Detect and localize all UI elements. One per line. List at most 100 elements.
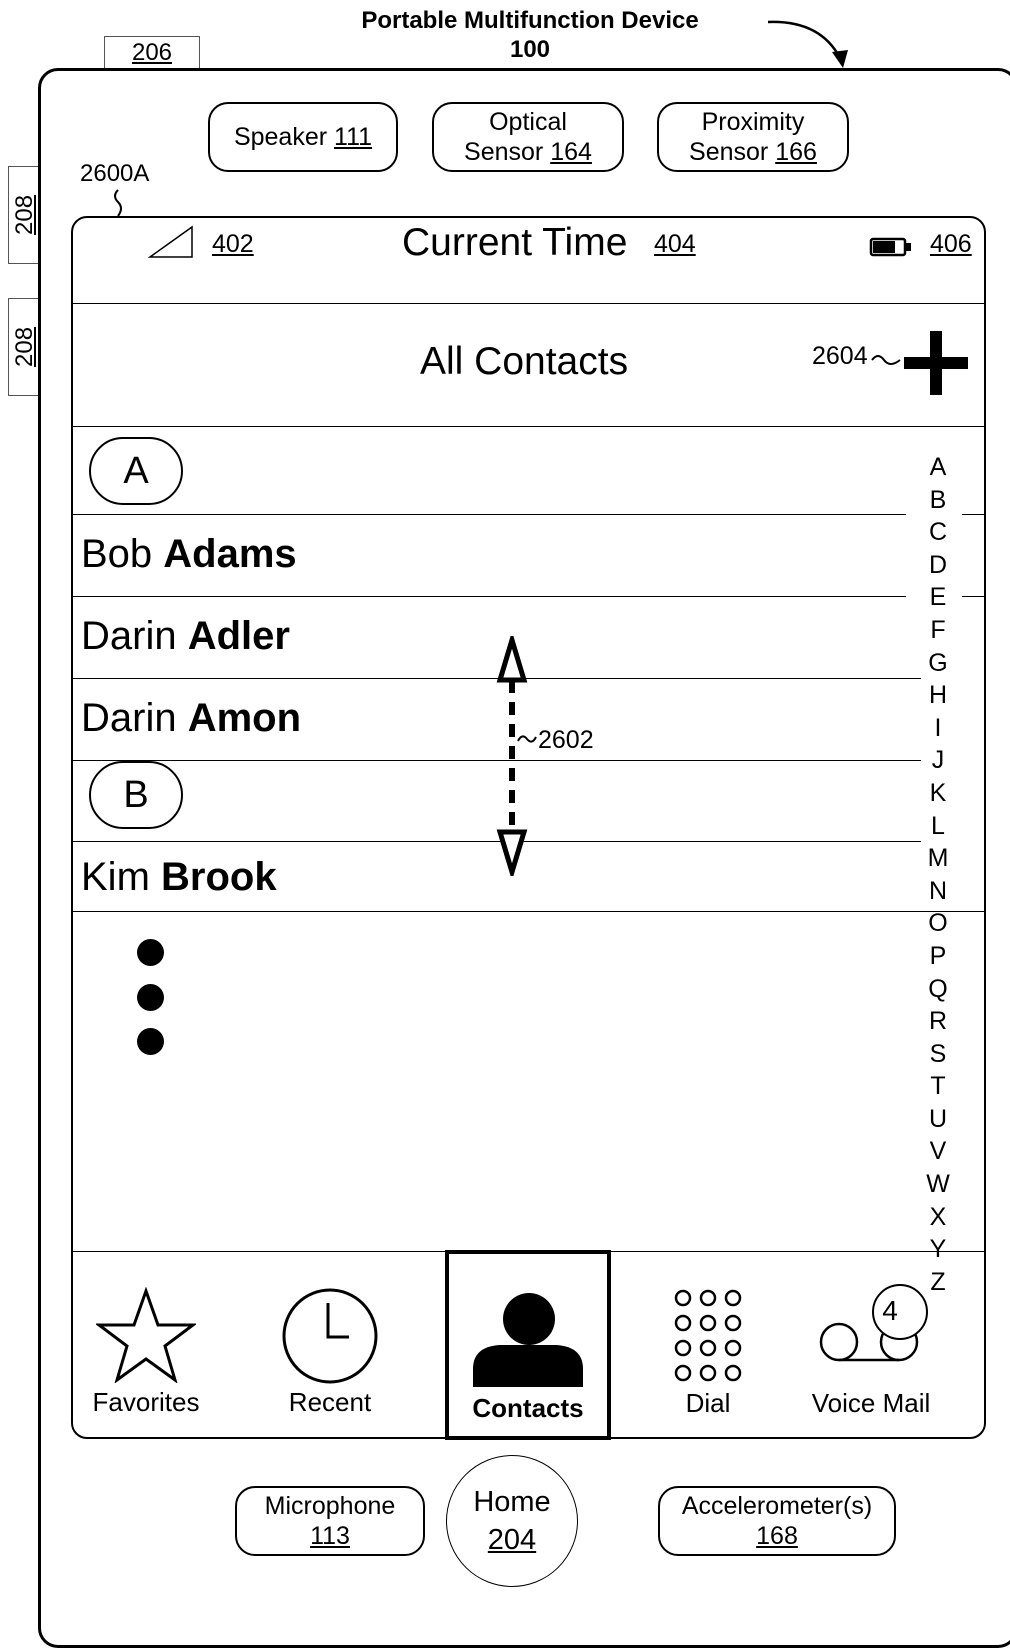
- scroll-gesture-arrow: [496, 636, 528, 876]
- ref-208-top: 208: [11, 194, 38, 235]
- contact-last-name: Brook: [161, 855, 277, 899]
- optical-label: Optical: [489, 108, 567, 136]
- page-title: All Contacts: [420, 340, 629, 383]
- optical-label-2: Sensor: [464, 138, 544, 166]
- tab-favorites[interactable]: Favorites: [86, 1287, 206, 1418]
- tab-contacts[interactable]: Contacts: [445, 1250, 611, 1440]
- microphone-113: Microphone 113: [235, 1486, 425, 1556]
- device-pointer-arrow: [767, 20, 848, 68]
- index-letter[interactable]: X: [918, 1201, 958, 1234]
- index-letter[interactable]: H: [918, 679, 958, 712]
- contact-row-darin-amon[interactable]: Darin Amon: [81, 696, 301, 741]
- more-dot-2: [137, 984, 164, 1011]
- signal-ref: 402: [212, 230, 254, 258]
- battery-ref: 406: [930, 230, 972, 258]
- index-letter[interactable]: G: [918, 647, 958, 680]
- status-divider: [71, 303, 986, 304]
- tab-dial-label: Dial: [685, 1388, 731, 1418]
- index-letter[interactable]: A: [918, 451, 958, 484]
- index-letter[interactable]: I: [918, 712, 958, 745]
- alphabet-index[interactable]: ABCDEFGHIJKLMNOPQRSTUVWXYZ: [918, 451, 958, 1298]
- tab-contacts-label: Contacts: [472, 1393, 584, 1423]
- index-letter[interactable]: T: [918, 1070, 958, 1103]
- index-letter[interactable]: D: [918, 549, 958, 582]
- proximity-sensor-166: Proximity Sensor 166: [657, 102, 849, 172]
- row-divider: [71, 514, 906, 515]
- contact-first-name: Bob: [81, 532, 153, 576]
- section-a-label: A: [123, 449, 149, 492]
- index-letter[interactable]: W: [918, 1168, 958, 1201]
- speaker-label: Speaker: [233, 123, 328, 151]
- index-letter[interactable]: F: [918, 614, 958, 647]
- proximity-label-2: Sensor: [689, 138, 769, 166]
- index-letter[interactable]: B: [918, 484, 958, 517]
- contact-row-kim-brook[interactable]: Kim Brook: [81, 855, 277, 900]
- optical-sensor-164: Optical Sensor 164: [432, 102, 624, 172]
- figure-title: Portable Multifunction Device 100: [300, 6, 760, 64]
- accelerometer-label: Accelerometer(s): [681, 1492, 873, 1520]
- index-letter[interactable]: U: [918, 1103, 958, 1136]
- contact-row-darin-adler[interactable]: Darin Adler: [81, 614, 290, 659]
- voicemail-badge: 4: [882, 1295, 898, 1326]
- star-icon: [96, 1287, 196, 1383]
- proximity-label: Proximity: [701, 108, 805, 136]
- scroll-ref-leader: [517, 735, 537, 743]
- index-letter[interactable]: Y: [918, 1233, 958, 1266]
- tab-dial[interactable]: Dial: [648, 1288, 768, 1419]
- add-ref: 2604: [812, 342, 868, 370]
- tab-voicemail-label: Voice Mail: [811, 1388, 931, 1418]
- home-ref: 204: [487, 1524, 537, 1556]
- index-letter[interactable]: K: [918, 777, 958, 810]
- contact-first-name: Darin: [81, 696, 177, 740]
- speaker-ref: 111: [334, 123, 373, 151]
- index-letter[interactable]: E: [918, 581, 958, 614]
- time-ref: 404: [654, 230, 696, 258]
- contact-first-name: Darin: [81, 614, 177, 658]
- more-dot-3: [137, 1028, 164, 1055]
- button-208-top[interactable]: 208: [8, 166, 40, 264]
- contact-last-name: Adler: [187, 614, 290, 658]
- index-letter[interactable]: C: [918, 516, 958, 549]
- row-divider: [71, 596, 906, 597]
- optical-ref: 164: [550, 138, 592, 166]
- button-206[interactable]: 206: [104, 36, 200, 70]
- contact-row-bob-adams[interactable]: Bob Adams: [81, 532, 297, 577]
- accelerometer-168: Accelerometer(s) 168: [658, 1486, 896, 1556]
- microphone-label: Microphone: [264, 1492, 396, 1520]
- index-letter[interactable]: M: [918, 842, 958, 875]
- index-letter[interactable]: P: [918, 940, 958, 973]
- index-letter[interactable]: O: [918, 907, 958, 940]
- accelerometer-ref: 168: [756, 1522, 798, 1550]
- microphone-ref: 113: [310, 1522, 350, 1550]
- keypad-icon: [674, 1289, 742, 1382]
- person-icon: [473, 1293, 583, 1387]
- tab-recent-label: Recent: [288, 1387, 372, 1417]
- header-divider: [71, 426, 986, 427]
- section-b-label: B: [123, 773, 149, 816]
- tab-recent[interactable]: Recent: [270, 1287, 390, 1418]
- index-letter[interactable]: V: [918, 1135, 958, 1168]
- contact-first-name: Kim: [81, 855, 150, 899]
- plus-icon[interactable]: [902, 329, 970, 397]
- index-letter[interactable]: S: [918, 1038, 958, 1071]
- home-label: Home: [473, 1486, 551, 1518]
- signal-icon: [148, 225, 193, 258]
- home-button-204[interactable]: Home 204: [446, 1455, 578, 1587]
- section-header-a: A: [89, 437, 183, 505]
- index-letter[interactable]: J: [918, 744, 958, 777]
- button-208-bottom[interactable]: 208: [8, 298, 40, 396]
- contact-last-name: Adams: [163, 532, 297, 576]
- index-letter[interactable]: N: [918, 875, 958, 908]
- index-letter[interactable]: L: [918, 810, 958, 843]
- index-letter[interactable]: Q: [918, 973, 958, 1006]
- ref-208-bottom: 208: [11, 326, 38, 367]
- ref-2600A-leader: [114, 189, 122, 217]
- tab-voicemail[interactable]: 4 Voice Mail: [800, 1280, 942, 1419]
- ref-206: 206: [131, 39, 173, 66]
- figure-title-text: Portable Multifunction Device: [361, 7, 699, 34]
- more-dot-1: [137, 939, 164, 966]
- clock-icon: [282, 1288, 378, 1384]
- index-letter[interactable]: R: [918, 1005, 958, 1038]
- voicemail-icon: [819, 1284, 928, 1362]
- proximity-ref: 166: [775, 138, 817, 166]
